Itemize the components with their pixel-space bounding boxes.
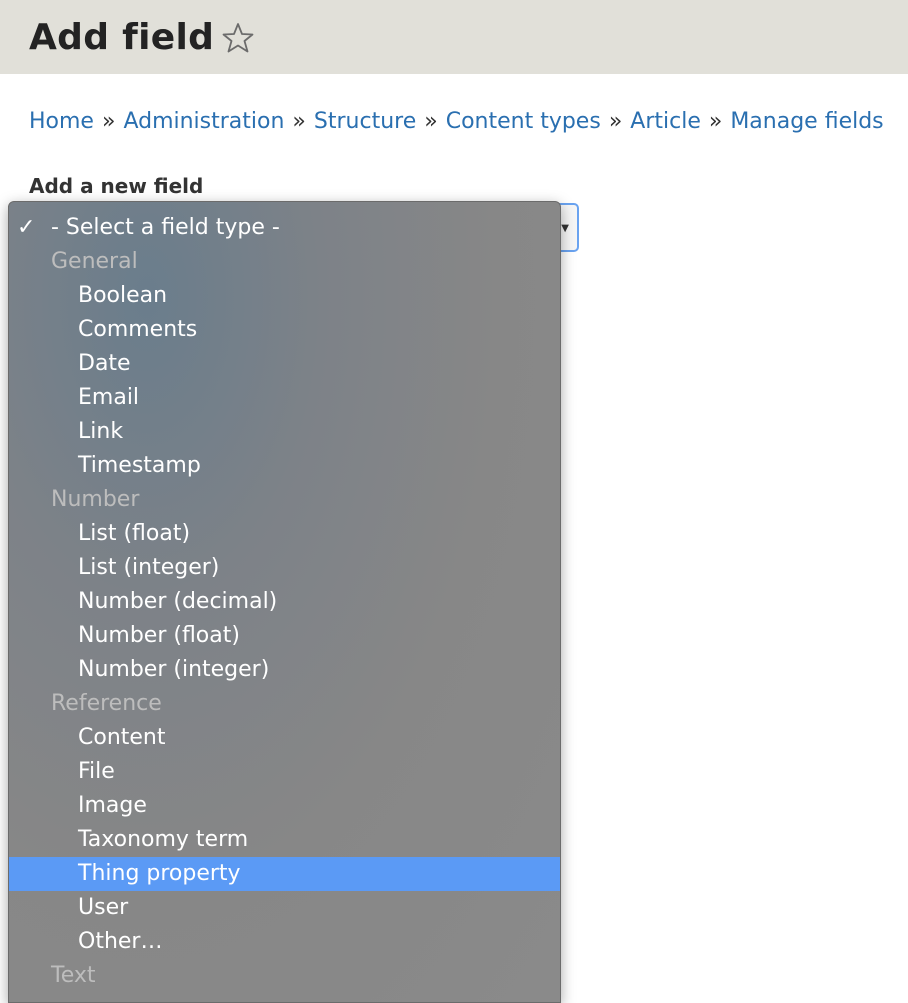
option-comments[interactable]: Comments [9, 313, 560, 347]
add-new-field-label: Add a new field [29, 174, 204, 198]
optgroup-reference: Reference [51, 691, 162, 716]
option-taxonomy-term[interactable]: Taxonomy term [9, 823, 560, 857]
page-title: Add field [29, 17, 215, 58]
breadcrumb-structure[interactable]: Structure [314, 109, 416, 134]
option-user[interactable]: User [9, 891, 560, 925]
option-select-field-type[interactable]: ✓ - Select a field type - [9, 211, 560, 245]
breadcrumb: Home » Administration » Structure » Content ty… [29, 107, 884, 137]
optgroup-text: Text [51, 963, 96, 988]
breadcrumb-separator: » [608, 109, 623, 134]
breadcrumb-content-types[interactable]: Content types [446, 109, 601, 134]
page-header: Add field [0, 0, 908, 74]
select-arrow-icon[interactable]: ▼ [561, 223, 569, 234]
option-link[interactable]: Link [9, 415, 560, 449]
option-number-decimal[interactable]: Number (decimal) [9, 585, 560, 619]
option-thing-property[interactable]: Thing property [9, 857, 560, 891]
option-list-integer[interactable]: List (integer) [9, 551, 560, 585]
option-timestamp[interactable]: Timestamp [9, 449, 560, 483]
option-date[interactable]: Date [9, 347, 560, 381]
option-number-integer[interactable]: Number (integer) [9, 653, 560, 687]
checkmark-icon: ✓ [17, 215, 36, 240]
breadcrumb-home[interactable]: Home [29, 109, 94, 134]
breadcrumb-administration[interactable]: Administration [123, 109, 284, 134]
breadcrumb-manage-fields[interactable]: Manage fields [730, 109, 883, 134]
option-email[interactable]: Email [9, 381, 560, 415]
breadcrumb-separator: » [101, 109, 116, 134]
option-image[interactable]: Image [9, 789, 560, 823]
optgroup-general: General [51, 249, 138, 274]
field-type-dropdown[interactable]: ✓ - Select a field type - General Boolea… [8, 201, 561, 1003]
option-content[interactable]: Content [9, 721, 560, 755]
option-file[interactable]: File [9, 755, 560, 789]
breadcrumb-separator: » [292, 109, 306, 134]
optgroup-number: Number [51, 487, 140, 512]
option-boolean[interactable]: Boolean [9, 279, 560, 313]
star-icon[interactable] [221, 21, 255, 55]
option-other[interactable]: Other… [9, 925, 560, 959]
option-number-float[interactable]: Number (float) [9, 619, 560, 653]
breadcrumb-separator: » [424, 109, 438, 134]
breadcrumb-article[interactable]: Article [630, 109, 701, 134]
breadcrumb-separator: » [708, 109, 723, 134]
option-list-float[interactable]: List (float) [9, 517, 560, 551]
